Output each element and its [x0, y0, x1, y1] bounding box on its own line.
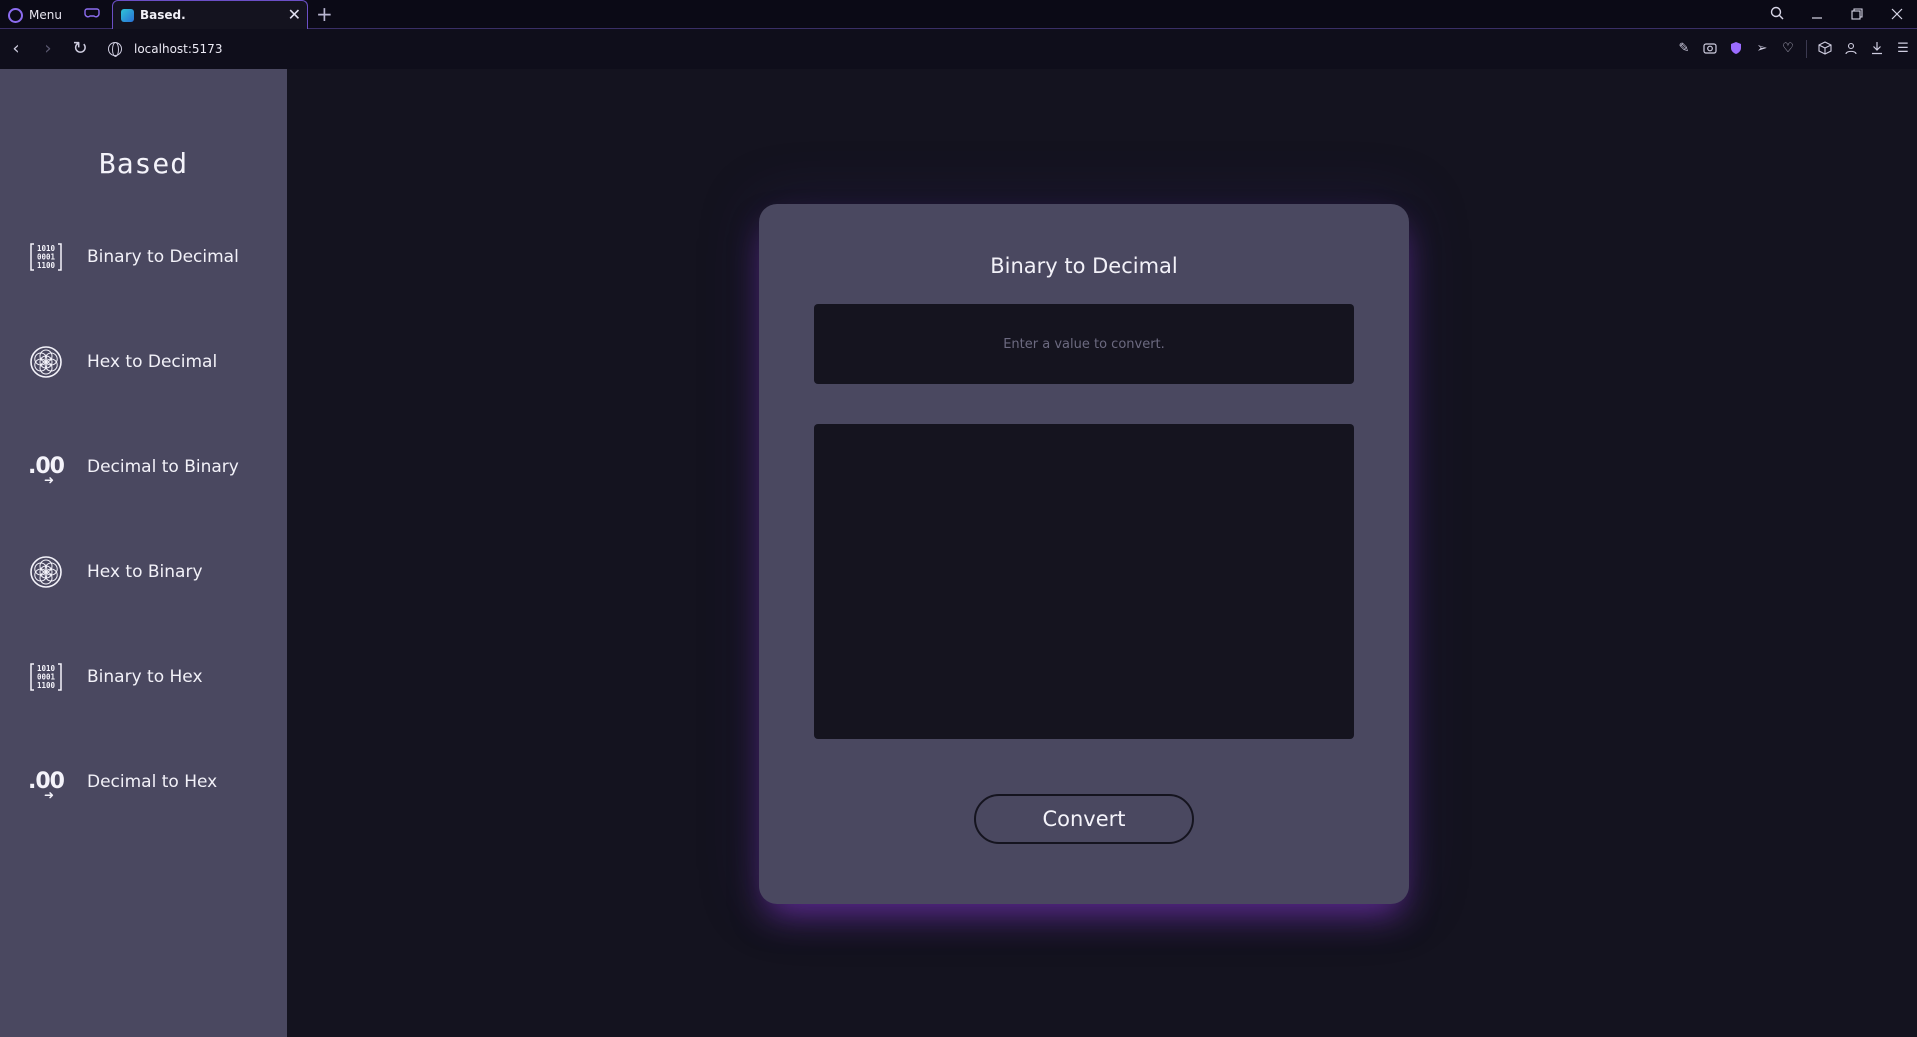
sidebar-item-decimal-to-hex[interactable]: .00 ➜ Decimal to Hex — [28, 762, 268, 802]
decimal-icon: .00 ➜ — [28, 454, 65, 487]
browser-menu-label: Menu — [29, 8, 62, 22]
value-input[interactable] — [814, 304, 1354, 384]
sidebar-item-label: Hex to Decimal — [87, 352, 218, 372]
sidebar-item-label: Binary to Hex — [87, 667, 203, 687]
restore-icon[interactable] — [1837, 6, 1877, 24]
camera-icon[interactable] — [1702, 41, 1718, 57]
minimize-icon[interactable] — [1797, 6, 1837, 24]
browser-menu-button[interactable]: Menu — [8, 5, 62, 25]
send-icon[interactable]: ➢ — [1754, 41, 1770, 57]
sidebar-item-label: Decimal to Binary — [87, 457, 239, 477]
sidebar-item-binary-to-decimal[interactable]: 1010 0001 1100 Binary to Decimal — [28, 237, 268, 277]
sidebar-item-label: Decimal to Hex — [87, 772, 218, 792]
browser-tab-bar: Menu Based. ✕ + — [0, 0, 1917, 29]
brand-title: Based — [98, 147, 189, 180]
sidebar-item-label: Hex to Binary — [87, 562, 203, 582]
cube-icon[interactable] — [1817, 41, 1833, 57]
back-button[interactable]: ‹ — [0, 33, 32, 65]
opera-logo-icon — [8, 7, 23, 23]
convert-button[interactable]: Convert — [974, 794, 1194, 844]
hex-icon — [28, 554, 64, 590]
converter-title: Binary to Decimal — [990, 254, 1178, 278]
search-icon[interactable] — [1757, 6, 1797, 24]
tab-favicon-icon — [121, 8, 134, 22]
sidebar-item-decimal-to-binary[interactable]: .00 ➜ Decimal to Binary — [28, 447, 268, 487]
sidebar-item-binary-to-hex[interactable]: 1010 0001 1100 Binary to Hex — [28, 657, 268, 697]
shield-icon[interactable] — [1728, 41, 1744, 57]
tab-title: Based. — [140, 8, 186, 22]
sidebar-item-label: Binary to Decimal — [87, 247, 239, 267]
edit-icon[interactable]: ✎ — [1676, 41, 1692, 57]
sidebar-item-hex-to-decimal[interactable]: Hex to Decimal — [28, 342, 268, 382]
globe-icon — [108, 42, 122, 57]
decimal-icon: .00 ➜ — [28, 769, 65, 802]
toolbar-divider — [1806, 40, 1807, 58]
user-icon[interactable] — [1843, 41, 1859, 57]
close-icon[interactable] — [1877, 6, 1917, 24]
svg-text:1100: 1100 — [37, 681, 56, 690]
tab-close-icon[interactable]: ✕ — [288, 6, 301, 24]
new-tab-button[interactable]: + — [316, 2, 333, 26]
binary-icon: 1010 0001 1100 — [28, 659, 64, 695]
binary-icon: 1010 0001 1100 — [28, 239, 64, 275]
forward-button[interactable]: › — [32, 33, 64, 65]
hex-icon — [28, 344, 64, 380]
gamepad-icon[interactable] — [84, 6, 100, 20]
reload-button[interactable]: ↻ — [64, 33, 96, 65]
address-bar: ‹ › ↻ localhost:5173 ✎ ➢ ♡ ☰ — [0, 29, 1917, 69]
browser-tab-active[interactable]: Based. ✕ — [112, 0, 308, 29]
svg-text:1100: 1100 — [37, 261, 56, 270]
url-field[interactable]: localhost:5173 — [134, 42, 222, 56]
converter-card: Binary to Decimal Convert — [759, 204, 1409, 904]
sidebar-item-hex-to-binary[interactable]: Hex to Binary — [28, 552, 268, 592]
heart-icon[interactable]: ♡ — [1780, 41, 1796, 57]
result-output — [814, 424, 1354, 739]
download-icon[interactable] — [1869, 41, 1885, 57]
window-controls — [1757, 0, 1917, 29]
sidebar: Based 1010 0001 1100 Binary to Decimal H… — [0, 69, 287, 1037]
browser-toolbar: ✎ ➢ ♡ ☰ — [1676, 29, 1911, 69]
menu-icon[interactable]: ☰ — [1895, 41, 1911, 57]
